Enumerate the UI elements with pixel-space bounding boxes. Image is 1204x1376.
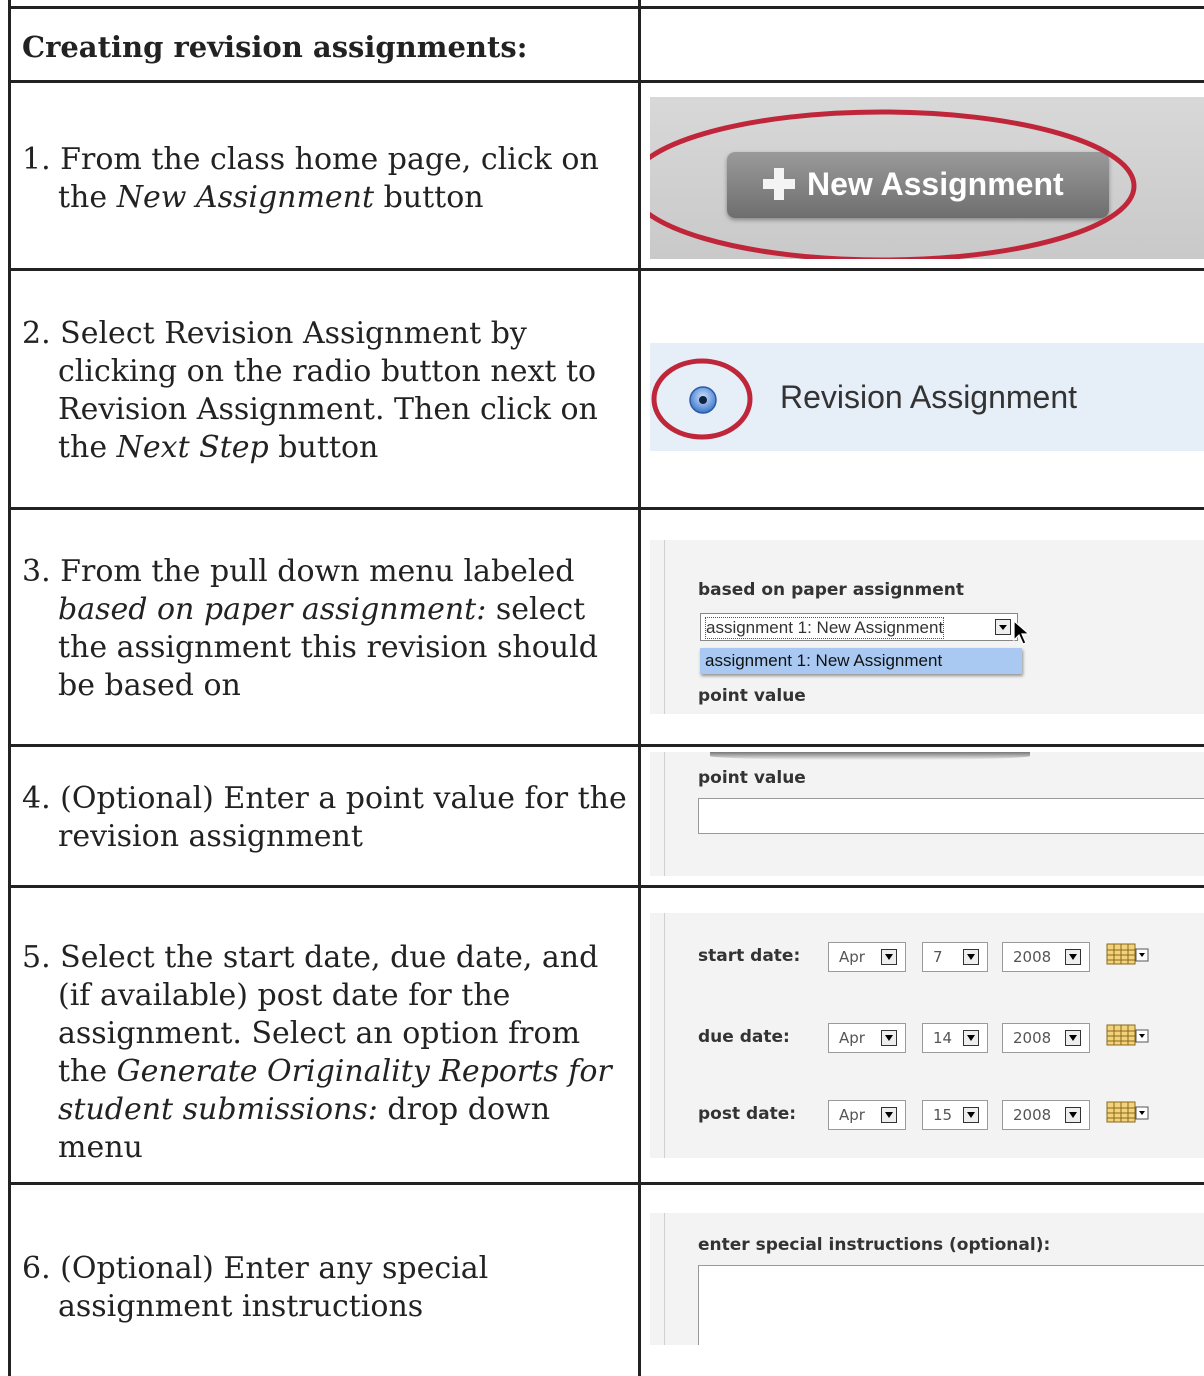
due-year-select[interactable]: 2008: [1002, 1023, 1090, 1053]
screenshot-instructions: enter special instructions (optional):: [650, 1213, 1204, 1345]
post-day-select[interactable]: 15: [922, 1100, 988, 1130]
step-3-emphasis: based on paper assignment:: [58, 592, 487, 627]
step-4-prefix: 4. (Optional) Enter a point value for th…: [22, 781, 627, 854]
due-month-value: Apr: [839, 1029, 865, 1047]
step-1-suffix: button: [374, 180, 484, 215]
start-month-value: Apr: [839, 948, 865, 966]
row-divider: [8, 80, 1204, 83]
point-value-label: point value: [698, 768, 806, 788]
table-heading: Creating revision assignments:: [22, 30, 528, 64]
step-3-text: 3. From the pull down menu labeled based…: [22, 553, 632, 705]
due-date-label: due date:: [698, 1027, 790, 1047]
step-2-suffix: button: [268, 430, 379, 465]
post-month-select[interactable]: Apr: [828, 1100, 906, 1130]
based-on-label: based on paper assignment: [698, 580, 964, 600]
highlight-ellipse: [651, 358, 753, 440]
step-4-text: 4. (Optional) Enter a point value for th…: [22, 780, 632, 856]
post-year-select[interactable]: 2008: [1002, 1100, 1090, 1130]
start-month-select[interactable]: Apr: [828, 942, 906, 972]
based-on-selected-value: assignment 1: New Assignment: [704, 617, 945, 639]
post-day-value: 15: [933, 1106, 953, 1124]
start-day-value: 7: [933, 948, 943, 966]
chevron-down-icon: [1065, 949, 1081, 965]
chevron-down-icon: [881, 1030, 897, 1046]
step-2-emphasis: Next Step: [116, 430, 269, 465]
start-year-select[interactable]: 2008: [1002, 942, 1090, 972]
radio-label: Revision Assignment: [780, 379, 1078, 415]
due-day-value: 14: [933, 1029, 953, 1047]
chevron-down-icon: [963, 1107, 979, 1123]
based-on-option-label: assignment 1: New Assignment: [705, 651, 943, 670]
screenshot-point-value: point value: [650, 752, 1204, 876]
step-5-text: 5. Select the start date, due date, and …: [22, 939, 632, 1167]
calendar-icon[interactable]: [1106, 943, 1150, 967]
panel-rule: [664, 1213, 665, 1345]
row-divider: [8, 1182, 1204, 1185]
instructions-label: enter special instructions (optional):: [698, 1235, 1051, 1255]
panel-rule: [664, 913, 665, 1158]
calendar-icon[interactable]: [1106, 1101, 1150, 1125]
chevron-down-icon: [1065, 1030, 1081, 1046]
highlight-ellipse: [650, 109, 1137, 259]
screenshot-revision-radio: Revision Assignment: [650, 309, 1204, 471]
panel-rule: [664, 540, 665, 714]
step-1-emphasis: New Assignment: [116, 180, 375, 215]
screenshot-based-on-dropdown: based on paper assignment assignment 1: …: [650, 540, 1204, 714]
step-1-text: 1. From the class home page, click on th…: [22, 141, 632, 217]
chevron-down-icon: [881, 949, 897, 965]
chevron-down-icon: [1065, 1107, 1081, 1123]
chevron-down-icon: [963, 949, 979, 965]
step-3-prefix: 3. From the pull down menu labeled: [22, 554, 575, 589]
screenshot-dates: start date: Apr 7 2008 due date: Apr 14 …: [650, 913, 1204, 1158]
mouse-cursor-icon: [1013, 619, 1031, 651]
based-on-option[interactable]: assignment 1: New Assignment: [700, 648, 1022, 674]
due-year-value: 2008: [1013, 1029, 1052, 1047]
point-value-label: point value: [698, 686, 806, 706]
panel-rule: [664, 752, 665, 876]
step-2-text: 2. Select Revision Assignment by clickin…: [22, 315, 632, 467]
row-divider: [8, 885, 1204, 888]
post-month-value: Apr: [839, 1106, 865, 1124]
panel-shadow: [710, 752, 1030, 760]
table-divider-column: [638, 0, 641, 1376]
due-day-select[interactable]: 14: [922, 1023, 988, 1053]
calendar-icon[interactable]: [1106, 1024, 1150, 1048]
screenshot-new-assignment: New Assignment: [650, 97, 1204, 259]
start-day-select[interactable]: 7: [922, 942, 988, 972]
step-6-text: 6. (Optional) Enter any special assignme…: [22, 1250, 632, 1326]
point-value-input[interactable]: [698, 798, 1204, 834]
based-on-select[interactable]: assignment 1: New Assignment: [700, 613, 1031, 645]
row-divider: [8, 507, 1204, 510]
chevron-down-icon: [963, 1030, 979, 1046]
row-divider: [8, 268, 1204, 271]
due-month-select[interactable]: Apr: [828, 1023, 906, 1053]
chevron-down-icon: [995, 619, 1011, 635]
step-6-prefix: 6. (Optional) Enter any special assignme…: [22, 1251, 489, 1324]
start-year-value: 2008: [1013, 948, 1052, 966]
chevron-down-icon: [881, 1107, 897, 1123]
instruction-table: Creating revision assignments: 1. From t…: [0, 0, 1204, 1376]
table-border-left: [8, 0, 11, 1376]
post-year-value: 2008: [1013, 1106, 1052, 1124]
post-date-label: post date:: [698, 1104, 797, 1124]
table-border-top: [8, 6, 1204, 9]
instructions-textarea[interactable]: [698, 1265, 1204, 1345]
start-date-label: start date:: [698, 946, 801, 966]
row-divider: [8, 744, 1204, 747]
